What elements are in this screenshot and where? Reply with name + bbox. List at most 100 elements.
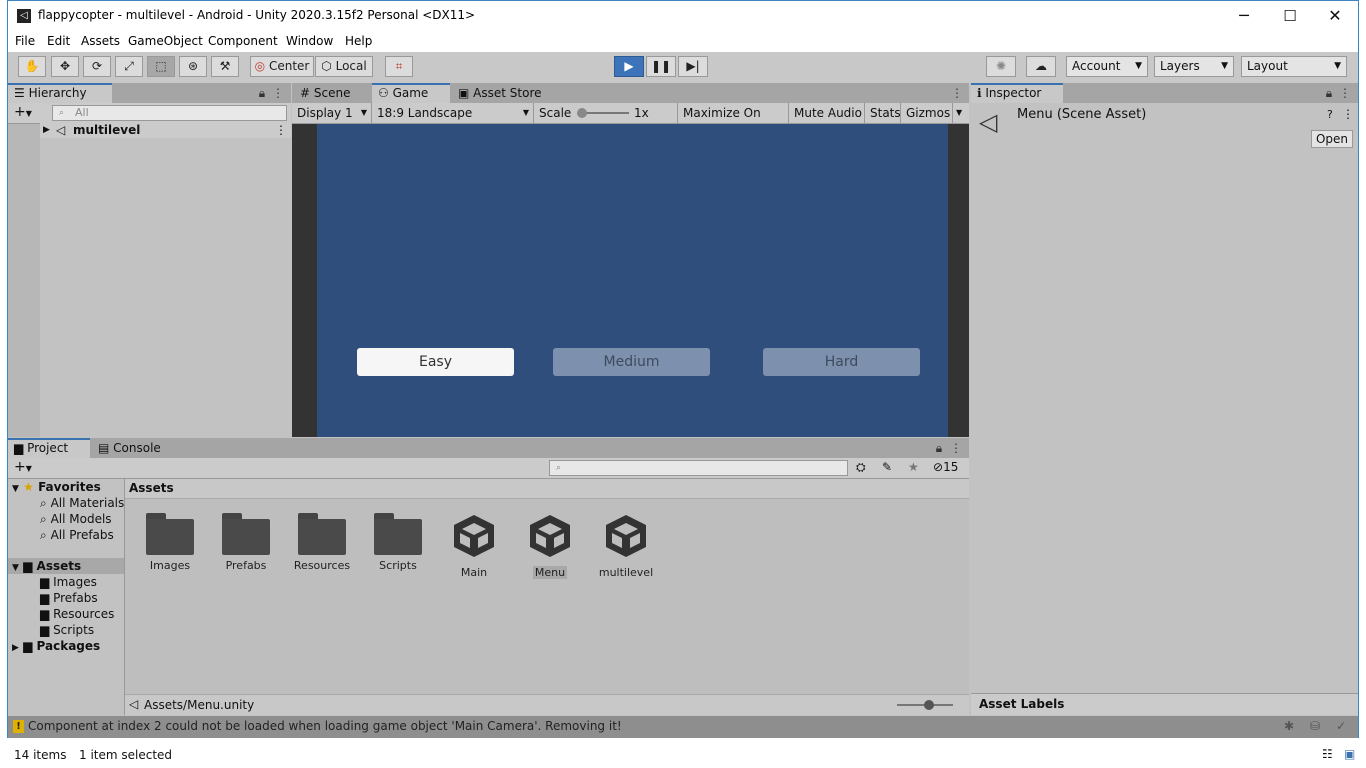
play-button[interactable]: ▶ [614,56,644,77]
display-label: Display 1 [297,106,353,120]
favorites-item-all-models[interactable]: ⌕ All Models [40,511,112,527]
lock-icon[interactable]: 🔒︎ [933,441,945,455]
packages-row[interactable]: ▶ ▆ Packages [12,638,100,654]
bug-icon[interactable]: ✱ [1284,719,1294,733]
game-viewport[interactable] [317,124,948,437]
minimize-button[interactable]: ─ [1221,1,1267,31]
progress-check-icon[interactable]: ✓ [1336,719,1346,733]
menu-gameobject[interactable]: GameObject [128,34,203,48]
project-search-input[interactable]: ⌕ [549,460,848,476]
account-dropdown[interactable]: Account ▼ [1066,56,1148,77]
console-status-bar[interactable]: ! Component at index 2 could not be load… [8,716,1358,738]
menu-assets[interactable]: Assets [81,34,120,48]
hidden-packages-toggle[interactable]: ⊘15 [933,460,958,474]
icon-size-slider-thumb[interactable] [924,700,934,710]
pause-button[interactable]: ❚❚ [646,56,676,77]
panel-menu-icon[interactable]: ⋮ [1339,86,1351,100]
asset-scene-multilevel[interactable]: multilevel [591,513,661,579]
asset-folder-prefabs[interactable]: Prefabs [211,513,281,572]
panel-menu-icon[interactable]: ⋮ [951,86,963,100]
rect-tool-button[interactable]: ⬚ [147,56,175,77]
hand-tool-button[interactable]: ✋ [18,56,46,77]
create-asset-button[interactable]: +▼ [14,459,32,475]
asset-folder-images[interactable]: Images [135,513,205,572]
tree-folder-scripts[interactable]: ▆ Scripts [40,622,94,638]
hard-button[interactable]: Hard [763,348,920,376]
asset-folder-scripts[interactable]: Scripts [363,513,433,572]
maximize-on-play-toggle[interactable]: Maximize On Play [678,103,789,140]
tab-project[interactable]: ▆ Project [8,438,90,458]
unity-app-icon: ◁ [17,9,31,23]
stats-toggle[interactable]: Stats [865,103,901,123]
favorite-star-icon[interactable]: ★ [908,460,919,474]
favorites-item-all-prefabs[interactable]: ⌕ All Prefabs [40,527,114,543]
scale-slider-thumb[interactable] [577,108,587,118]
info-icon: ℹ [977,86,982,100]
help-icon[interactable]: ? [1327,108,1333,121]
hierarchy-search-input[interactable]: ⌕ All [52,105,287,121]
menu-help[interactable]: Help [345,34,372,48]
open-button[interactable]: Open [1311,130,1353,148]
grid-snap-button[interactable]: ⌗ [385,56,413,77]
tab-console[interactable]: ▤ Console [92,438,174,458]
lock-icon[interactable]: 🔒︎ [256,86,268,100]
gizmos-toggle[interactable]: Gizmos [901,103,953,123]
tab-inspector[interactable]: ℹ Inspector [971,83,1063,103]
custom-tool-button[interactable]: ⚒ [211,56,239,77]
lock-icon[interactable]: 🔒︎ [1323,86,1335,100]
tab-scene[interactable]: # Scene [294,83,370,103]
menu-component[interactable]: Component [208,34,278,48]
layout-dropdown[interactable]: Layout ▼ [1241,56,1347,77]
breadcrumb-assets[interactable]: Assets [129,481,174,495]
tree-folder-resources[interactable]: ▆ Resources [40,606,114,622]
menu-window[interactable]: Window [286,34,333,48]
scene-menu-icon[interactable]: ⋮ [275,122,287,138]
expand-arrow-icon[interactable]: ▶ [43,122,50,138]
tab-game[interactable]: ⚇ Game [372,83,450,103]
details-view-icon[interactable]: ☷ [1322,747,1333,761]
rotate-tool-button[interactable]: ⟳ [83,56,111,77]
scale-tool-button[interactable]: ⤢ [115,56,143,77]
gizmos-dropdown-arrow[interactable]: ▼ [953,103,969,123]
panel-menu-icon[interactable]: ⋮ [950,441,962,455]
pivot-local-button[interactable]: ⬡ Local [315,56,373,77]
asset-scene-main[interactable]: Main [439,513,509,579]
tab-asset-store[interactable]: ▣ Asset Store [452,83,552,103]
component-menu-icon[interactable]: ⋮ [1342,107,1354,121]
tree-folder-prefabs[interactable]: ▆ Prefabs [40,590,98,606]
transform-tool-button[interactable]: ⊛ [179,56,207,77]
assets-root-row[interactable]: ▼ ▆ Assets [8,558,124,574]
explorer-item-count: 14 items [14,748,67,762]
mute-audio-toggle[interactable]: Mute Audio [789,103,865,123]
layers-dropdown[interactable]: Layers ▼ [1154,56,1234,77]
hierarchy-scene-row[interactable]: ▶ ◁ multilevel ⋮ [40,122,291,138]
search-by-label-icon[interactable]: ✎ [882,460,892,474]
favorites-row[interactable]: ▼ ★ Favorites [12,479,101,495]
search-by-type-icon[interactable]: ⛭ [856,460,866,475]
favorites-item-all-materials[interactable]: ⌕ All Materials [40,495,124,511]
large-icons-view-icon[interactable]: ▣ [1344,747,1355,761]
panel-menu-icon[interactable]: ⋮ [272,86,284,100]
easy-button[interactable]: Easy [357,348,514,376]
medium-button[interactable]: Medium [553,348,710,376]
cache-server-icon[interactable]: ⛁ [1310,719,1320,733]
add-object-button[interactable]: +▼ [14,104,32,120]
close-button[interactable]: ✕ [1312,1,1358,31]
pivot-center-button[interactable]: ◎ Center [250,56,314,77]
display-dropdown[interactable]: Display 1 ▼ [292,103,372,123]
layers-label: Layers [1160,59,1200,73]
move-tool-button[interactable]: ✥ [51,56,79,77]
step-button[interactable]: ▶| [678,56,708,77]
collab-button[interactable]: ✺ [986,56,1016,77]
maximize-button[interactable]: ☐ [1267,1,1313,31]
aspect-dropdown[interactable]: 18:9 Landscape ▼ [372,103,534,123]
hierarchy-searchbar: +▼ ⌕ All [8,103,291,124]
menu-edit[interactable]: Edit [47,34,70,48]
menu-file[interactable]: File [15,34,35,48]
tree-folder-images[interactable]: ▆ Images [40,574,97,590]
scale-slider-track[interactable] [581,112,629,114]
tab-hierarchy[interactable]: ☰ Hierarchy [8,83,112,103]
asset-folder-resources[interactable]: Resources [287,513,357,572]
asset-scene-menu[interactable]: Menu [515,513,585,579]
cloud-button[interactable]: ☁ [1026,56,1056,77]
